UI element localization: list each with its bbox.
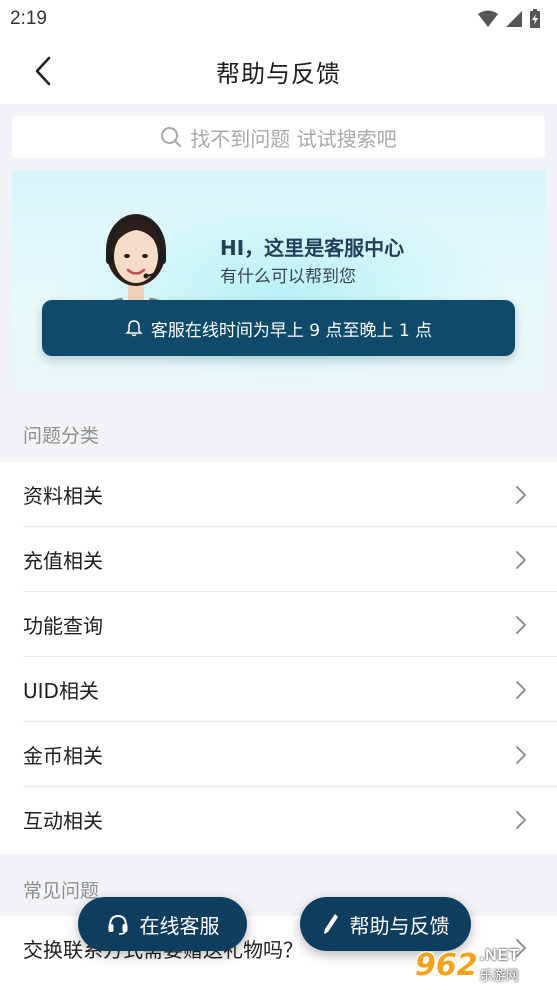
chevron-right-icon xyxy=(516,745,526,764)
section-title-categories: 问题分类 xyxy=(23,425,100,447)
section-title-faq: 常见问题 xyxy=(23,880,100,902)
help-feedback-label: 帮助与反馈 xyxy=(349,913,450,938)
online-service-button[interactable]: 在线客服 xyxy=(78,897,247,951)
list-item-label: UID相关 xyxy=(23,679,99,703)
back-button[interactable] xyxy=(26,54,60,88)
service-hours-text: 客服在线时间为早上 9 点至晚上 1 点 xyxy=(150,320,433,341)
chevron-left-icon xyxy=(35,56,51,86)
online-service-label: 在线客服 xyxy=(139,913,220,938)
list-item-coins[interactable]: 金币相关 xyxy=(0,722,557,787)
list-item-recharge[interactable]: 充值相关 xyxy=(0,527,557,592)
list-item-features[interactable]: 功能查询 xyxy=(0,592,557,657)
search-area: 找不到问题 试试搜索吧 xyxy=(0,104,557,170)
page-title: 帮助与反馈 xyxy=(216,59,341,88)
customer-service-banner: HI，这里是客服中心 有什么可以帮到您 客服在线时间为早上 9 点至晚上 1 点 xyxy=(12,170,545,392)
pencil-icon xyxy=(323,914,338,934)
service-hours-notice: 客服在线时间为早上 9 点至晚上 1 点 xyxy=(42,300,515,356)
chevron-right-icon xyxy=(516,680,526,699)
list-item-profile[interactable]: 资料相关 xyxy=(0,462,557,527)
chevron-right-icon xyxy=(516,810,526,829)
search-input[interactable]: 找不到问题 试试搜索吧 xyxy=(12,116,545,158)
status-icons xyxy=(477,9,541,29)
chevron-right-icon xyxy=(516,550,526,569)
status-time: 2:19 xyxy=(10,8,47,29)
list-item-label: 充值相关 xyxy=(23,549,103,573)
app-header: 帮助与反馈 xyxy=(0,38,557,104)
status-bar: 2:19 xyxy=(0,0,557,38)
watermark-text: .NET 乐游网 xyxy=(480,947,520,984)
watermark-name: 乐游网 xyxy=(479,968,519,984)
wifi-icon xyxy=(478,10,498,27)
chevron-right-icon xyxy=(516,615,526,634)
headset-icon xyxy=(108,914,127,935)
list-item-label: 资料相关 xyxy=(23,484,103,508)
watermark-number: 962 xyxy=(415,947,478,983)
list-item-label: 互动相关 xyxy=(23,809,103,833)
category-list: 资料相关 充值相关 功能查询 UID相关 金币相关 互动相关 xyxy=(0,462,557,854)
battery-icon xyxy=(530,9,540,28)
banner-greeting: HI，这里是客服中心 xyxy=(220,236,405,260)
list-item-uid[interactable]: UID相关 xyxy=(0,657,557,722)
watermark-logo: 962 .NET 乐游网 xyxy=(415,940,557,990)
banner-subtitle: 有什么可以帮到您 xyxy=(220,267,356,287)
list-item-label: 功能查询 xyxy=(23,614,103,638)
bell-icon xyxy=(125,320,143,337)
search-placeholder: 找不到问题 试试搜索吧 xyxy=(190,126,397,151)
signal-icon xyxy=(506,11,522,27)
list-item-interaction[interactable]: 互动相关 xyxy=(0,787,557,852)
chevron-right-icon xyxy=(516,485,526,504)
search-icon xyxy=(161,127,182,147)
list-item-label: 金币相关 xyxy=(23,744,103,768)
watermark-domain: .NET xyxy=(479,946,521,964)
